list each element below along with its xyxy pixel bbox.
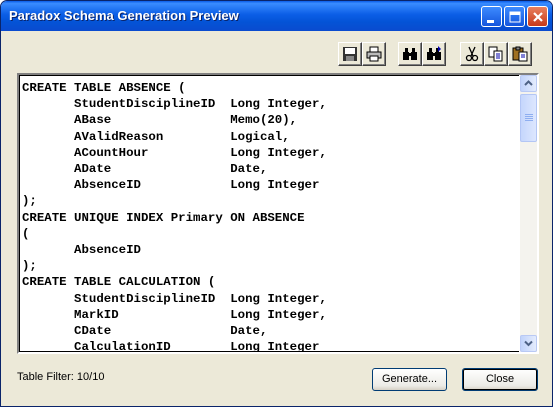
close-icon	[533, 12, 543, 22]
sql-preview-text-area[interactable]: CREATE TABLE ABSENCE ( StudentDiscipline…	[19, 75, 519, 352]
close-button[interactable]: Close	[462, 368, 538, 391]
vertical-scrollbar[interactable]	[520, 75, 537, 352]
binoculars-next-icon	[427, 46, 441, 60]
minimize-icon	[487, 20, 494, 23]
minimize-button[interactable]	[481, 6, 502, 27]
table-filter-label: Table Filter: 10/10	[17, 371, 105, 383]
chevron-up-icon	[524, 80, 533, 86]
close-window-button[interactable]	[527, 6, 548, 27]
preview-window: Paradox Schema Generation Preview CREATE…	[0, 0, 553, 407]
save-icon	[343, 47, 357, 61]
scroll-down-button[interactable]	[520, 335, 537, 352]
paste-icon	[512, 46, 528, 62]
cut-button[interactable]	[460, 42, 484, 66]
print-button[interactable]	[362, 42, 386, 66]
printer-icon	[366, 46, 382, 62]
maximize-icon	[509, 11, 521, 23]
find-next-button[interactable]	[422, 42, 446, 66]
grip-line	[525, 118, 533, 119]
copy-button[interactable]	[484, 42, 508, 66]
generate-button[interactable]: Generate...	[372, 368, 447, 391]
window-title: Paradox Schema Generation Preview	[9, 8, 239, 23]
copy-icon	[488, 46, 503, 62]
scroll-thumb[interactable]	[520, 94, 537, 142]
grip-line	[525, 116, 533, 117]
grip-line	[525, 120, 533, 121]
title-bar[interactable]: Paradox Schema Generation Preview	[1, 1, 552, 31]
binoculars-icon	[403, 48, 417, 60]
sql-preview-pane[interactable]: CREATE TABLE ABSENCE ( StudentDiscipline…	[17, 73, 539, 354]
paste-button[interactable]	[508, 42, 532, 66]
save-button[interactable]	[338, 42, 362, 66]
scissors-icon	[465, 46, 479, 62]
scroll-up-button[interactable]	[520, 75, 537, 92]
maximize-button[interactable]	[504, 6, 525, 27]
find-button[interactable]	[398, 42, 422, 66]
sql-preview-text[interactable]: CREATE TABLE ABSENCE ( StudentDiscipline…	[20, 76, 519, 351]
grip-line	[525, 114, 533, 115]
chevron-down-icon	[524, 340, 533, 347]
